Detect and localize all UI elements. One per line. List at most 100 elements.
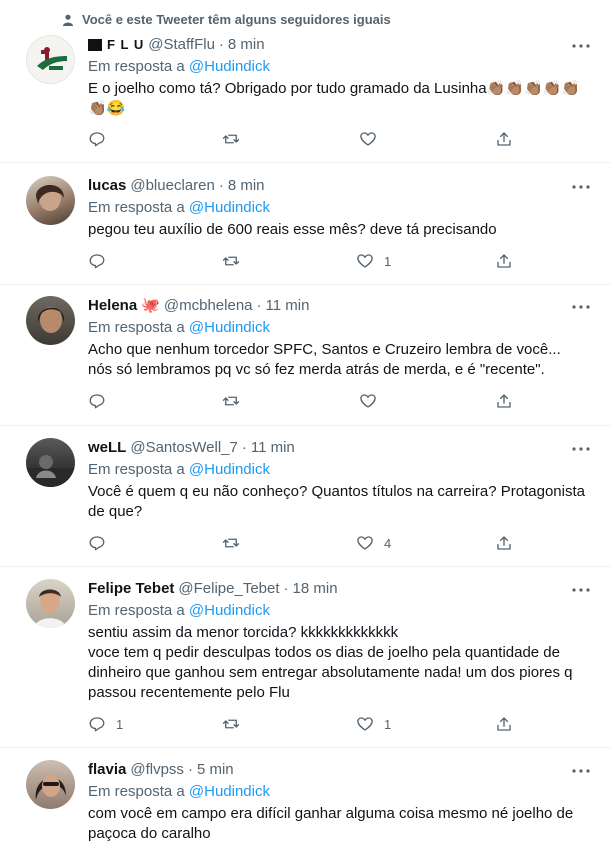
reply-button[interactable] <box>88 392 116 410</box>
more-options-icon[interactable] <box>571 297 591 317</box>
like-count: 1 <box>384 716 392 732</box>
tweet-feed: Você e este Tweeter têm alguns seguidore… <box>0 0 611 848</box>
reply-button[interactable] <box>88 534 116 552</box>
author-handle[interactable]: @SantosWell_7 <box>130 438 238 458</box>
timestamp[interactable]: 11 min <box>251 438 295 458</box>
like-button[interactable]: 4 <box>356 534 391 552</box>
like-button[interactable]: 1 <box>356 715 391 733</box>
tweet-text: Você é quem q eu não conheço? Quantos tí… <box>88 483 585 520</box>
reply-mention[interactable]: @Hudindick <box>189 783 270 800</box>
reply-mention[interactable]: @Hudindick <box>189 58 270 75</box>
tweet-text: E o joelho como tá? Obrigado por tudo gr… <box>88 79 589 119</box>
avatar-photo <box>37 307 65 333</box>
retweet-button[interactable] <box>222 130 250 148</box>
avatar[interactable] <box>26 579 75 628</box>
tweet[interactable]: Helena 🐙 @mcbhelena · 11 min Em resposta… <box>0 285 611 426</box>
timestamp[interactable]: 8 min <box>228 176 265 196</box>
reply-button[interactable] <box>88 252 116 270</box>
avatar[interactable] <box>26 296 75 345</box>
share-icon <box>497 717 511 731</box>
reply-icon <box>89 536 105 551</box>
share-button[interactable] <box>495 252 513 270</box>
share-button[interactable] <box>495 715 513 733</box>
like-button[interactable] <box>359 130 387 148</box>
tweet[interactable]: weLL @SantosWell_7 · 11 min Em resposta … <box>0 426 611 567</box>
reply-button[interactable] <box>88 130 116 148</box>
reply-mention[interactable]: @Hudindick <box>189 199 270 216</box>
more-options-icon[interactable] <box>571 761 591 781</box>
tweet[interactable]: flavia @flvpss · 5 min Em resposta a @Hu… <box>0 748 611 848</box>
retweet-button[interactable] <box>222 715 250 733</box>
separator-dot: · <box>241 439 247 456</box>
avatar[interactable] <box>26 35 75 84</box>
more-options-icon[interactable] <box>571 36 591 56</box>
author-name[interactable]: Helena <box>88 296 137 316</box>
avatar[interactable] <box>26 176 75 225</box>
avatar-photo <box>34 589 66 628</box>
share-icon <box>497 254 511 268</box>
share-icon <box>497 132 511 146</box>
more-options-icon[interactable] <box>571 580 591 600</box>
tweet-text-line: E o joelho como tá? Obrigado por tudo gr… <box>88 80 580 97</box>
author-handle[interactable]: @blueclaren <box>130 176 214 196</box>
reply-button[interactable]: 1 <box>88 715 123 733</box>
timestamp[interactable]: 18 min <box>293 579 338 599</box>
separator-dot: · <box>218 177 224 194</box>
tweet[interactable]: Felipe Tebet @Felipe_Tebet · 18 min Em r… <box>0 567 611 748</box>
tweet-header: weLL @SantosWell_7 · 11 min <box>88 438 589 458</box>
share-button[interactable] <box>495 392 513 410</box>
reply-context: Em resposta a @Hudindick <box>88 318 589 338</box>
author-name[interactable]: weLL <box>88 438 126 458</box>
retweet-icon <box>222 256 240 266</box>
reply-context: Em resposta a @Hudindick <box>88 460 589 480</box>
author-name[interactable]: F L U <box>88 35 144 55</box>
more-options-icon[interactable] <box>571 177 591 197</box>
tweet-text: pegou teu auxílio de 600 reais esse mês?… <box>88 221 497 238</box>
like-button[interactable] <box>359 392 387 410</box>
reply-icon <box>89 254 105 269</box>
retweet-button[interactable] <box>222 252 250 270</box>
author-name[interactable]: flavia <box>88 760 126 780</box>
retweet-button[interactable] <box>222 392 250 410</box>
reply-mention[interactable]: @Hudindick <box>189 602 270 619</box>
retweet-icon <box>222 538 240 548</box>
retweet-icon <box>222 719 240 729</box>
avatar-photo <box>36 185 64 211</box>
tweet-text-line: 👏🏽😂 <box>88 100 126 117</box>
author-name[interactable]: lucas <box>88 176 126 196</box>
tweet-text: com você em campo era difícil ganhar alg… <box>88 805 574 842</box>
author-handle[interactable]: @flvpss <box>130 760 184 780</box>
reply-context: Em resposta a @Hudindick <box>88 601 589 621</box>
share-icon <box>497 394 511 408</box>
author-handle[interactable]: @StaffFlu <box>148 35 215 55</box>
octopus-emoji: 🐙 <box>141 297 160 314</box>
avatar[interactable] <box>26 438 75 487</box>
avatar[interactable] <box>26 760 75 809</box>
retweet-button[interactable] <box>222 534 250 552</box>
share-button[interactable] <box>495 130 513 148</box>
heart-icon <box>360 132 376 146</box>
reply-mention[interactable]: @Hudindick <box>189 461 270 478</box>
timestamp[interactable]: 8 min <box>228 35 265 55</box>
author-name[interactable]: Felipe Tebet <box>88 579 174 599</box>
tweet-header: flavia @flvpss · 5 min <box>88 760 589 780</box>
tweet-header: F L U @StaffFlu · 8 min <box>88 35 589 55</box>
tweet-text: sentiu assim da menor torcida? kkkkkkkkk… <box>88 623 589 703</box>
tweet-text: Acho que nenhum torcedor SPFC, Santos e … <box>88 341 561 378</box>
timestamp[interactable]: 5 min <box>197 760 234 780</box>
reply-prefix: Em resposta a <box>88 461 185 478</box>
more-options-icon[interactable] <box>571 439 591 459</box>
like-count: 4 <box>384 535 392 551</box>
tweet-text-line: sentiu assim da menor torcida? kkkkkkkkk… <box>88 624 399 641</box>
author-handle[interactable]: @mcbhelena <box>164 296 253 316</box>
reply-mention[interactable]: @Hudindick <box>189 319 270 336</box>
tweet[interactable]: Você e este Tweeter têm alguns seguidore… <box>0 0 611 163</box>
share-button[interactable] <box>495 534 513 552</box>
timestamp[interactable]: 11 min <box>266 296 310 316</box>
like-button[interactable]: 1 <box>356 252 391 270</box>
author-handle[interactable]: @Felipe_Tebet <box>178 579 279 599</box>
tweet[interactable]: lucas @blueclaren · 8 min Em resposta a … <box>0 163 611 285</box>
flu-flag-icon <box>88 39 102 51</box>
heart-icon <box>357 717 373 731</box>
reply-prefix: Em resposta a <box>88 783 185 800</box>
